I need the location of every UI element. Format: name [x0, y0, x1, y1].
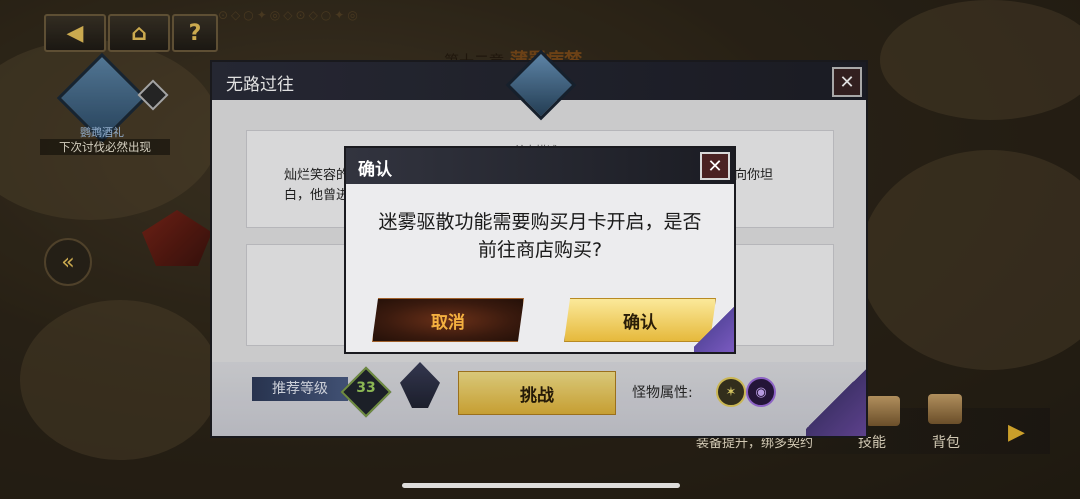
cancel-button[interactable]: 取消	[372, 298, 524, 342]
modal-corner-decor	[694, 292, 734, 352]
confirm-modal-title: 确认	[358, 160, 392, 180]
confirm-message: 迷雾驱散功能需要购买月卡开启，是否 前往商店购买?	[354, 208, 726, 264]
confirm-modal-header: 确认 ✕	[346, 148, 734, 184]
game-screen: 第十二章蒲署病梦 ◀ ⌂ ? ⊙◇○✦◎◇⊙◇○✦◎ 鹦鹉酒礼 下次讨伐必然出现…	[0, 0, 1080, 499]
confirm-message-line1: 迷雾驱散功能需要购买月卡开启，是否	[378, 211, 702, 233]
modal-close-button[interactable]: ✕	[700, 152, 730, 180]
home-indicator[interactable]	[402, 483, 680, 488]
confirm-message-line2: 前往商店购买?	[477, 239, 603, 261]
close-icon: ✕	[707, 155, 723, 177]
confirm-modal: 确认 ✕ 迷雾驱散功能需要购买月卡开启，是否 前往商店购买? 取消 确认	[346, 148, 734, 352]
